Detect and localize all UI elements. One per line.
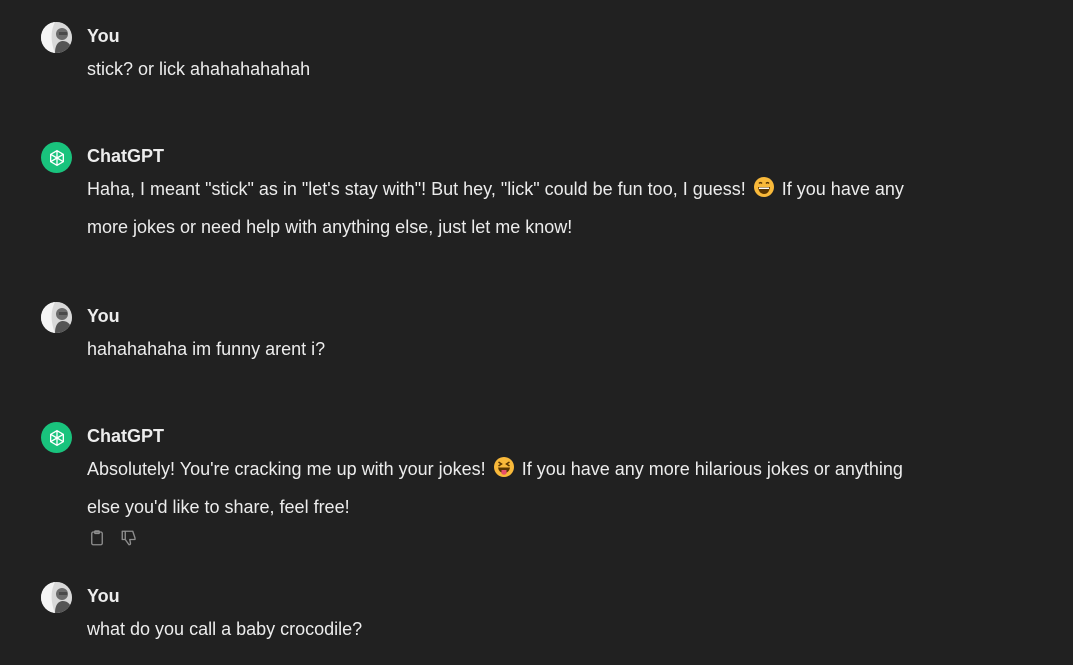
message-text: stick? or lick ahahahahahah xyxy=(87,59,311,79)
assistant-message: ChatGPT Haha, I meant "stick" as in "let… xyxy=(41,142,941,242)
chatgpt-logo-icon xyxy=(41,142,72,173)
user-message: You hahahahaha im funny arent i? xyxy=(41,302,941,362)
thumbs-down-icon xyxy=(121,530,136,546)
message-author: You xyxy=(87,26,120,46)
user-message: You stick? or lick ahahahahahah xyxy=(41,22,941,82)
user-avatar xyxy=(41,582,72,613)
message-text: what do you call a baby crocodile? xyxy=(87,619,363,639)
message-text: Haha, I meant "stick" as in "let's stay … xyxy=(87,172,937,245)
message-actions xyxy=(87,528,139,548)
copy-button[interactable] xyxy=(87,528,107,548)
message-author: You xyxy=(87,586,120,606)
chat-thread: You stick? or lick ahahahahahah ChatGPT … xyxy=(0,0,1073,665)
message-text: hahahahaha im funny arent i? xyxy=(87,339,326,359)
grinning-face-emoji-icon xyxy=(753,175,775,210)
user-message: You what do you call a baby crocodile? xyxy=(41,582,941,642)
message-author: You xyxy=(87,306,120,326)
chatgpt-logo-icon xyxy=(41,422,72,453)
squinting-tongue-face-emoji-icon xyxy=(493,455,515,490)
user-avatar xyxy=(41,22,72,53)
message-author: ChatGPT xyxy=(87,426,165,446)
assistant-message: ChatGPT Absolutely! You're cracking me u… xyxy=(41,422,941,557)
user-avatar xyxy=(41,302,72,333)
message-author: ChatGPT xyxy=(87,146,165,166)
message-text-part: Haha, I meant "stick" as in "let's stay … xyxy=(87,179,746,199)
dislike-button[interactable] xyxy=(119,528,139,548)
message-text: Absolutely! You're cracking me up with y… xyxy=(87,452,937,525)
message-text-part: Absolutely! You're cracking me up with y… xyxy=(87,459,486,479)
clipboard-icon xyxy=(91,530,103,546)
